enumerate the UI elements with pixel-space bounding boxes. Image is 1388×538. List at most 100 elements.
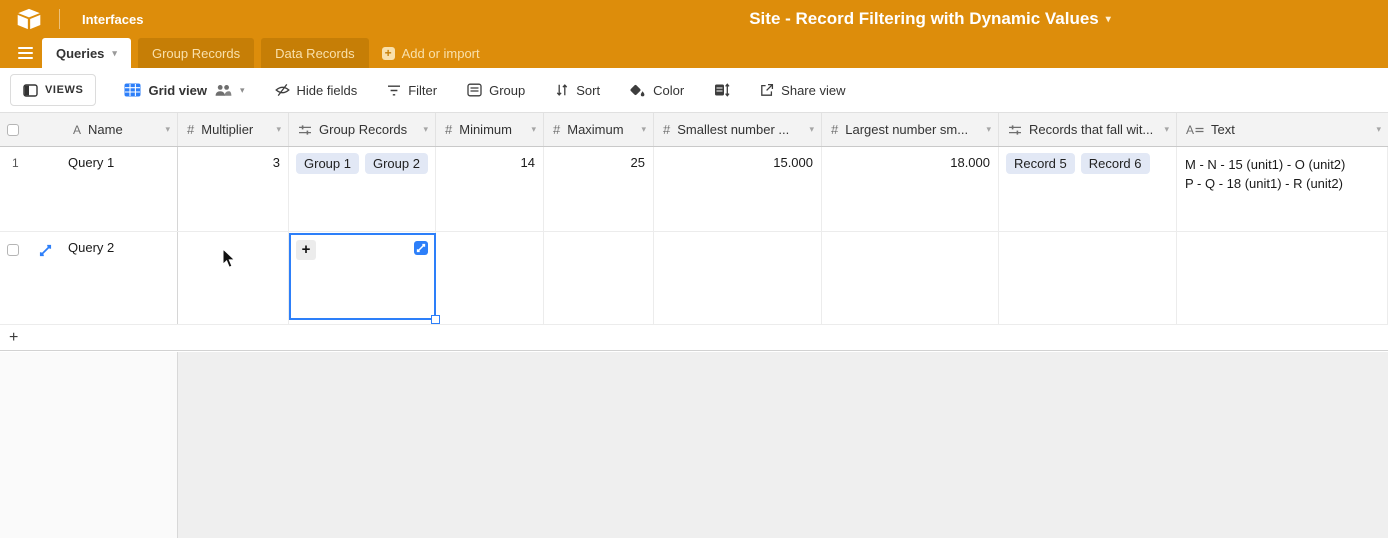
- header-cell-group-records[interactable]: Group Records ▾: [289, 113, 436, 146]
- tab-group-records[interactable]: Group Records: [138, 38, 254, 68]
- cell-text[interactable]: M - N - 15 (unit1) - O (unit2) P - Q - 1…: [1177, 147, 1388, 231]
- cell-multiplier[interactable]: 3: [178, 147, 289, 231]
- top-bar: Interfaces Site - Record Filtering with …: [0, 0, 1388, 38]
- page-title[interactable]: Site - Record Filtering with Dynamic Val…: [749, 0, 1111, 38]
- selected-cell-group-records[interactable]: +: [289, 233, 436, 320]
- number-field-icon: #: [663, 122, 670, 137]
- cell-smallest-number[interactable]: [654, 232, 822, 324]
- linked-record-tag[interactable]: Record 5: [1006, 153, 1075, 174]
- long-text-field-icon: A: [1186, 123, 1204, 137]
- column-menu-caret-icon[interactable]: ▾: [809, 124, 814, 135]
- tab-label: Queries: [56, 46, 104, 61]
- header-cell-maximum[interactable]: # Maximum ▾: [544, 113, 654, 146]
- column-menu-caret-icon[interactable]: ▾: [423, 124, 428, 135]
- color-label: Color: [653, 83, 684, 98]
- header-cell-multiplier[interactable]: # Multiplier ▾: [178, 113, 289, 146]
- tab-label: Data Records: [275, 46, 354, 61]
- header-cell-name[interactable]: A Name ▾: [0, 113, 178, 146]
- page-title-text: Site - Record Filtering with Dynamic Val…: [749, 9, 1099, 29]
- hide-fields-icon: [275, 83, 290, 97]
- hide-fields-button[interactable]: Hide fields: [275, 83, 358, 98]
- cell-multiplier[interactable]: [178, 232, 289, 324]
- tab-caret-icon[interactable]: ▾: [112, 48, 117, 59]
- header-cell-minimum[interactable]: # Minimum ▾: [436, 113, 544, 146]
- linked-record-tag[interactable]: Group 2: [365, 153, 428, 174]
- views-label: VIEWS: [45, 84, 83, 96]
- views-sidebar-toggle-button[interactable]: VIEWS: [10, 74, 96, 106]
- row-number: 1: [12, 156, 19, 170]
- expand-cell-icon[interactable]: [414, 241, 428, 255]
- fill-handle[interactable]: [431, 315, 440, 324]
- column-menu-caret-icon[interactable]: ▾: [986, 124, 991, 135]
- cell-records-that-fall[interactable]: [999, 232, 1177, 324]
- tab-queries[interactable]: Queries ▾: [42, 38, 131, 68]
- header-cell-records-that-fall[interactable]: Records that fall wit... ▾: [999, 113, 1177, 146]
- filter-button[interactable]: Filter: [387, 83, 437, 98]
- row-checkbox[interactable]: [7, 244, 19, 256]
- grid-header-row: A Name ▾ # Multiplier ▾ Group Records ▾ …: [0, 113, 1388, 147]
- add-or-import-button[interactable]: + Add or import: [382, 38, 480, 68]
- cell-minimum[interactable]: 14: [436, 147, 544, 231]
- grid-view-icon: [124, 83, 141, 97]
- cell-name[interactable]: 1 Query 1: [0, 147, 178, 231]
- grid-view: A Name ▾ # Multiplier ▾ Group Records ▾ …: [0, 113, 1388, 352]
- add-record-row[interactable]: +: [0, 325, 1388, 351]
- column-menu-caret-icon[interactable]: ▾: [531, 124, 536, 135]
- linked-records-field-icon: [1008, 124, 1022, 136]
- column-menu-caret-icon[interactable]: ▾: [1164, 124, 1169, 135]
- interfaces-label[interactable]: Interfaces: [82, 12, 143, 27]
- header-cell-smallest-number[interactable]: # Smallest number ... ▾: [654, 113, 822, 146]
- grid-background: [0, 352, 1388, 538]
- grid-view-switcher[interactable]: Grid view ▾: [124, 83, 244, 98]
- column-menu-caret-icon[interactable]: ▾: [1376, 124, 1381, 135]
- primary-column-background: [0, 352, 178, 538]
- cell-largest-number[interactable]: [822, 232, 999, 324]
- cell-group-records[interactable]: Group 1 Group 2: [289, 147, 436, 231]
- text-field-icon: A: [73, 123, 81, 137]
- sidebar-icon: [23, 84, 38, 97]
- sort-icon: [555, 83, 569, 97]
- share-view-button[interactable]: Share view: [760, 83, 845, 98]
- number-field-icon: #: [445, 122, 452, 137]
- cell-minimum[interactable]: [436, 232, 544, 324]
- cell-records-that-fall[interactable]: Record 5 Record 6: [999, 147, 1177, 231]
- group-label: Group: [489, 83, 525, 98]
- airtable-logo-icon[interactable]: [16, 8, 42, 30]
- cell-name[interactable]: Query 2: [0, 232, 178, 324]
- expand-record-icon[interactable]: [38, 243, 53, 258]
- group-button[interactable]: Group: [467, 83, 525, 98]
- add-record-plus-icon: +: [9, 329, 18, 347]
- select-all-checkbox[interactable]: [7, 124, 19, 136]
- view-name-label: Grid view: [148, 83, 207, 98]
- cell-text[interactable]: [1177, 232, 1388, 324]
- row-height-icon: [714, 83, 730, 97]
- group-icon: [467, 83, 482, 97]
- linked-record-tag[interactable]: Group 1: [296, 153, 359, 174]
- sort-label: Sort: [576, 83, 600, 98]
- tab-bar: Queries ▾ Group Records Data Records + A…: [0, 38, 1388, 68]
- number-field-icon: #: [553, 122, 560, 137]
- header-cell-text[interactable]: A Text ▾: [1177, 113, 1388, 146]
- column-menu-caret-icon[interactable]: ▾: [276, 124, 281, 135]
- add-linked-record-button[interactable]: +: [296, 240, 316, 260]
- number-field-icon: #: [187, 122, 194, 137]
- share-view-label: Share view: [781, 83, 845, 98]
- linked-records-field-icon: [298, 124, 312, 136]
- sort-button[interactable]: Sort: [555, 83, 600, 98]
- cell-maximum[interactable]: 25: [544, 147, 654, 231]
- chevron-down-icon[interactable]: ▾: [240, 85, 245, 96]
- column-menu-caret-icon[interactable]: ▾: [165, 124, 170, 135]
- number-field-icon: #: [831, 122, 838, 137]
- color-button[interactable]: Color: [630, 83, 684, 98]
- cell-maximum[interactable]: [544, 232, 654, 324]
- header-cell-largest-number[interactable]: # Largest number sm... ▾: [822, 113, 999, 146]
- linked-record-tag[interactable]: Record 6: [1081, 153, 1150, 174]
- tab-data-records[interactable]: Data Records: [261, 38, 368, 68]
- row-height-button[interactable]: [714, 83, 730, 97]
- color-icon: [630, 83, 646, 97]
- cell-largest-number[interactable]: 18.000: [822, 147, 999, 231]
- column-menu-caret-icon[interactable]: ▾: [641, 124, 646, 135]
- cell-smallest-number[interactable]: 15.000: [654, 147, 822, 231]
- table-row: Query 2: [0, 232, 1388, 325]
- menu-icon[interactable]: [18, 38, 33, 68]
